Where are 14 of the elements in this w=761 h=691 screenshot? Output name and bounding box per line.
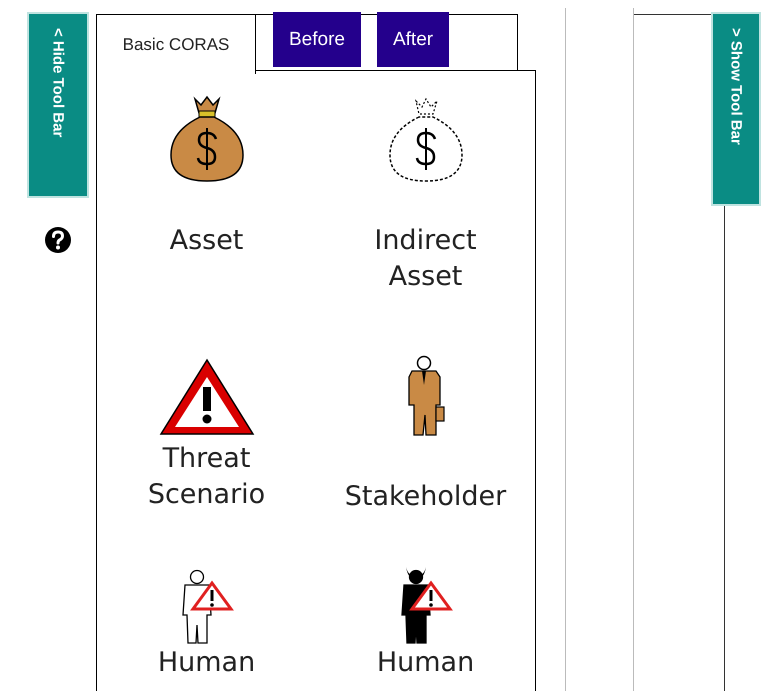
tab[interactable]: Before: [273, 12, 361, 67]
help-icon[interactable]: [44, 226, 72, 254]
show-toolbar-button[interactable]: > Show Tool Bar: [711, 12, 761, 206]
tab[interactable]: After: [376, 12, 450, 67]
palette-label: Threat Scenario: [146, 442, 266, 512]
palette-label: Human: [156, 646, 256, 680]
warning-icon[interactable]: [158, 357, 254, 437]
palette-label: Asset: [168, 224, 244, 258]
hide-toolbar-button[interactable]: < Hide Tool Bar: [27, 12, 89, 198]
palette-label: Human: [376, 646, 476, 680]
tab[interactable]: Basic CORAS: [96, 14, 256, 74]
person-icon[interactable]: [406, 355, 446, 437]
palette-label: Indirect Asset: [373, 224, 478, 294]
palette-label: Stakeholder: [344, 480, 506, 514]
